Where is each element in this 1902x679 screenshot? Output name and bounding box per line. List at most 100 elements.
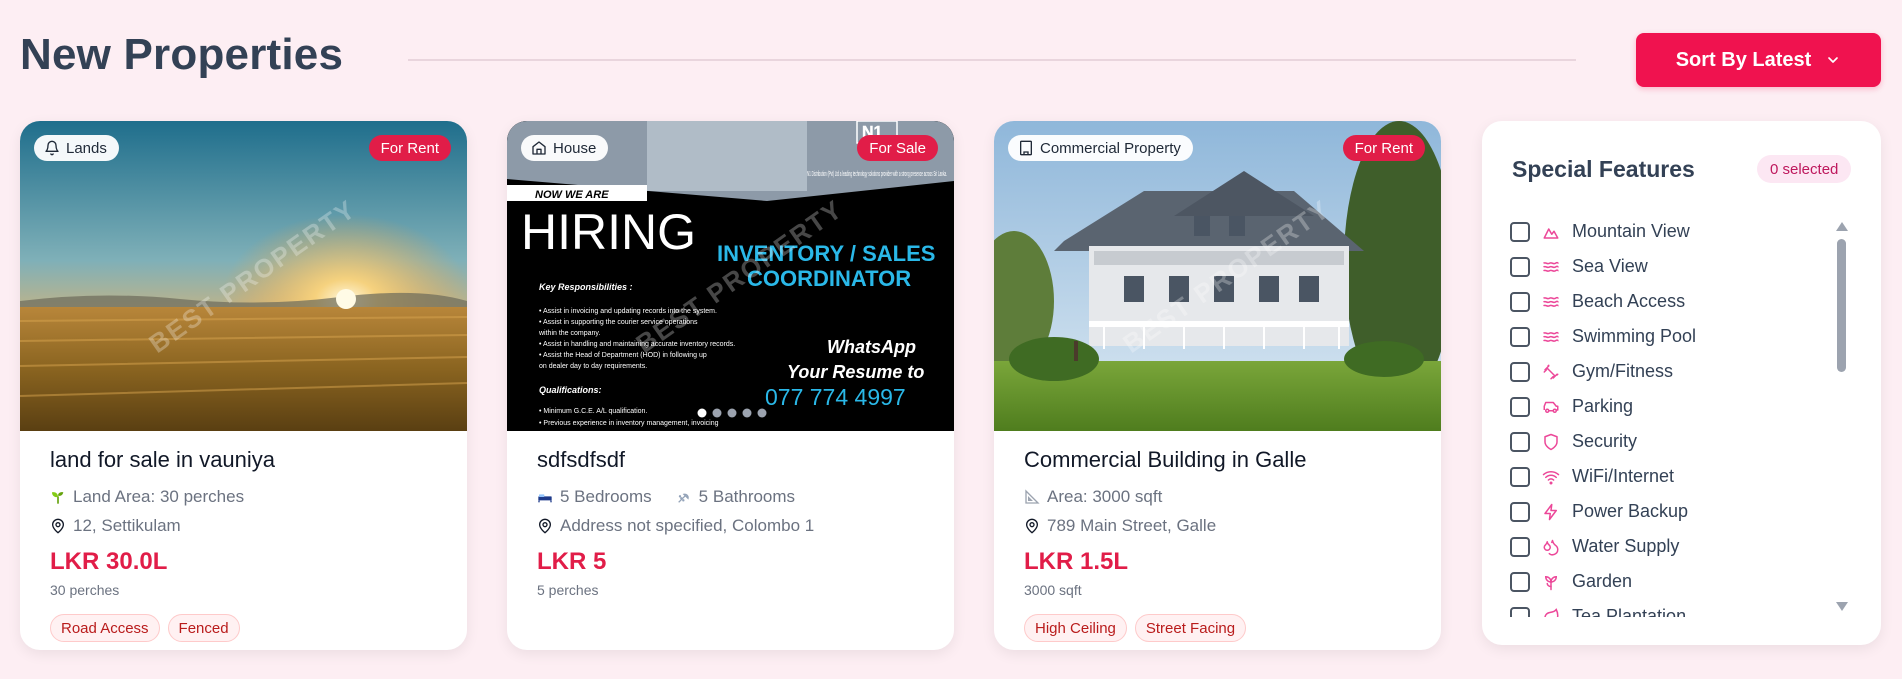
property-image[interactable]: BEST PROPERTY Lands For Rent [20,121,467,431]
bell-icon [45,140,59,156]
map-pin-icon [538,518,552,534]
poster-qual-line: • Previous experience in inventory manag… [539,420,719,427]
bathrooms-meta: 5 Bathrooms [676,487,795,507]
leaf-icon [1544,607,1559,617]
chevron-down-icon [1828,57,1839,63]
poster-hiring: HIRING [521,204,696,260]
home-icon [532,141,546,155]
poster-resume: Your Resume to [787,362,924,382]
property-card[interactable]: BEST PROPERTY Lands For Rent land for sa… [20,121,467,650]
waves-icon [1543,331,1559,342]
feature-parking[interactable]: Parking [1510,389,1830,424]
type-badge: Commercial Property [1008,135,1193,161]
feature-label: Security [1572,431,1638,451]
poster-whatsapp: WhatsApp [827,337,916,357]
feature-tag: High Ceiling [1024,614,1127,642]
scroll-up-arrow[interactable] [1836,222,1848,231]
feature-label: WiFi/Internet [1572,466,1675,486]
feature-tea-plantation[interactable]: Tea Plantation [1510,599,1830,617]
feature-beach-access[interactable]: Beach Access [1510,284,1830,319]
poster-resp-title: Key Responsibilities : [539,282,633,292]
type-badge: House [521,135,609,161]
flower-icon [1544,575,1558,590]
feature-sea-view[interactable]: Sea View [1510,249,1830,284]
slide-dot[interactable] [712,408,722,418]
scrollbar-thumb[interactable] [1837,239,1846,372]
area-text: Area: 3000 sqft [1047,487,1163,506]
features-title: Special Features [1512,156,1695,182]
poster-phone: 077 774 4997 [765,384,906,410]
bathrooms-text: 5 Bathrooms [698,487,796,506]
property-title[interactable]: Commercial Building in Galle [1024,447,1411,473]
status-badge: For Rent [1342,135,1425,161]
type-badge: Lands [34,135,119,161]
sprout-icon [52,492,64,504]
checkbox[interactable] [1510,256,1530,277]
price: LKR 1.5L [1024,548,1129,575]
feature-label: Mountain View [1572,221,1690,241]
location-text: 789 Main Street, Galle [1047,516,1217,535]
location: 12, Settikulam [50,516,181,536]
slide-dot[interactable] [757,408,767,418]
zap-icon [1544,503,1557,520]
sort-button[interactable]: Sort By Latest [1636,33,1881,87]
checkbox[interactable] [1510,291,1530,312]
property-image[interactable]: N1 NOW WE ARE HIRING INVENTORY / SALES C… [507,121,954,431]
map-pin-icon [1025,518,1039,534]
header-divider [408,59,1576,61]
checkbox[interactable] [1510,501,1530,522]
checkbox[interactable] [1510,536,1530,557]
property-card[interactable]: N1 NOW WE ARE HIRING INVENTORY / SALES C… [507,121,954,650]
waves-icon [1543,296,1559,307]
checkbox[interactable] [1510,431,1530,452]
feature-label: Beach Access [1572,291,1686,311]
slide-dot[interactable] [742,408,752,418]
location: 789 Main Street, Galle [1024,516,1216,536]
wifi-icon [1542,470,1560,484]
checkbox[interactable] [1510,466,1530,487]
sort-button-label: Sort By Latest [1675,48,1812,71]
feature-list[interactable]: Mountain View Sea View Beach Access Swim… [1510,214,1830,617]
feature-gym-fitness[interactable]: Gym/Fitness [1510,354,1830,389]
checkbox[interactable] [1510,571,1530,592]
property-card[interactable]: BEST PROPERTY Commercial Property For Re… [994,121,1441,650]
checkbox[interactable] [1510,361,1530,382]
price-subtext: 5 perches [537,582,599,598]
location-text: Address not specified, Colombo 1 [560,516,815,535]
feature-tag: Road Access [50,614,160,642]
feature-label: Tea Plantation [1572,606,1687,617]
property-title[interactable]: land for sale in vauniya [50,447,437,473]
land-area-meta: Land Area: 30 perches [50,487,244,507]
feature-garden[interactable]: Garden [1510,564,1830,599]
poster-qual-title: Qualifications: [539,385,602,395]
bed-icon [538,494,552,503]
land-area-text: Land Area: 30 perches [73,487,245,506]
building-icon [1020,140,1032,156]
property-image[interactable]: BEST PROPERTY Commercial Property For Re… [994,121,1441,431]
feature-swimming-pool[interactable]: Swimming Pool [1510,319,1830,354]
feature-water-supply[interactable]: Water Supply [1510,529,1830,564]
feature-tag: Street Facing [1134,614,1247,642]
checkbox[interactable] [1510,326,1530,347]
type-label: Commercial Property [1040,139,1181,157]
feature-power-backup[interactable]: Power Backup [1510,494,1830,529]
checkbox[interactable] [1510,396,1530,417]
feature-security[interactable]: Security [1510,424,1830,459]
checkbox[interactable] [1510,221,1530,242]
slide-dot-active[interactable] [697,408,707,418]
shield-icon [1544,433,1558,450]
feature-label: Gym/Fitness [1572,361,1674,381]
feature-tag: Fenced [167,614,240,642]
feature-label: Water Supply [1572,536,1680,556]
property-title[interactable]: sdfsdfsdf [537,447,924,473]
scroll-down-arrow[interactable] [1836,602,1848,611]
selected-count-badge: 0 selected [1757,155,1852,183]
checkbox[interactable] [1510,606,1530,617]
feature-wifi-internet[interactable]: WiFi/Internet [1510,459,1830,494]
poster-intro: N1 Distribution (Pvt) Ltd a leading tech… [807,171,947,178]
bedrooms-meta: 5 Bedrooms [537,487,652,507]
car-icon [1543,401,1559,413]
slide-dot[interactable] [727,408,737,418]
feature-label: Garden [1572,571,1633,591]
feature-mountain-view[interactable]: Mountain View [1510,214,1830,249]
